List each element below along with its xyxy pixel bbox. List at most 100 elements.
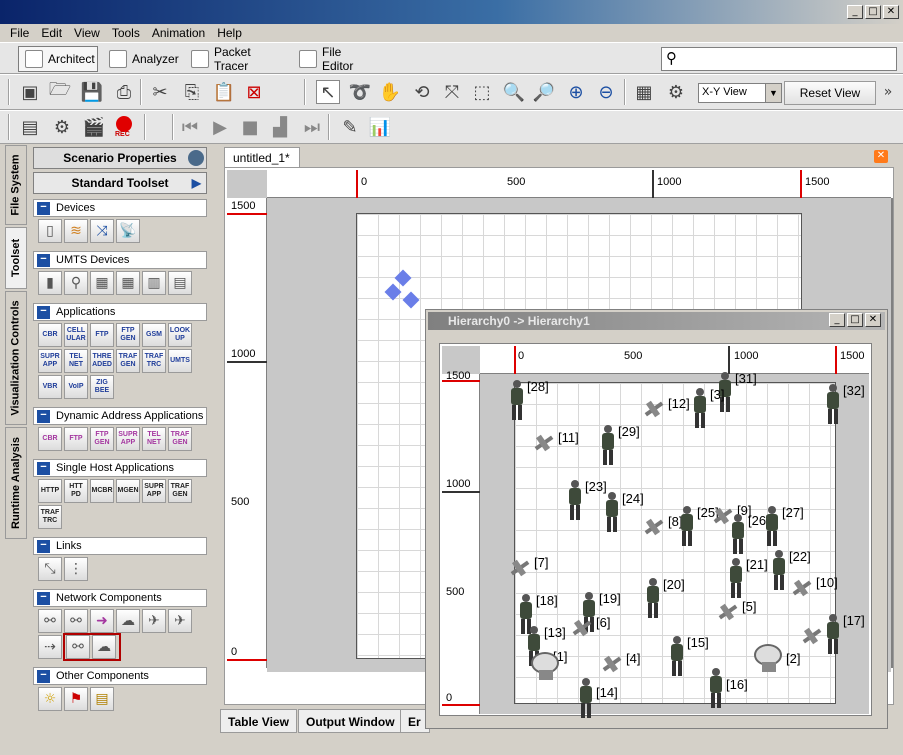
zoom-fit-icon[interactable]: 🔎 <box>532 80 556 104</box>
node-3[interactable]: [3] <box>692 388 724 428</box>
cut-icon[interactable]: ✂ <box>148 80 172 104</box>
close-icon[interactable]: ✕ <box>874 150 888 163</box>
grid-settings-icon[interactable]: ▦ <box>632 80 656 104</box>
skip-end-icon[interactable]: ⏭ <box>300 115 324 139</box>
node-32[interactable]: [32] <box>825 384 865 424</box>
hierarchy-icon[interactable]: ⚯ <box>38 609 62 633</box>
app-super-app[interactable]: SUPR APP <box>38 349 62 373</box>
section-network-components[interactable]: − Network Components <box>33 589 207 607</box>
node-14[interactable]: [14] <box>578 678 618 718</box>
hierarchy-node-icon[interactable] <box>384 269 421 312</box>
standard-toolset-header[interactable]: Standard Toolset ▶ <box>33 172 207 194</box>
collapse-icon[interactable]: − <box>37 305 50 319</box>
app-ftp-gen[interactable]: FTP GEN <box>116 323 140 347</box>
report-icon[interactable]: 📊 <box>368 115 392 139</box>
collapse-icon[interactable]: − <box>37 409 50 423</box>
globe-icon[interactable] <box>188 150 204 166</box>
switch-icon[interactable]: ⤨ <box>90 219 114 243</box>
node-24[interactable]: [24] <box>604 492 644 532</box>
node-15[interactable]: [15] <box>669 636 709 676</box>
node-2[interactable]: [2] <box>752 642 800 674</box>
section-links[interactable]: − Links <box>33 537 207 555</box>
tab-untitled[interactable]: untitled_1* <box>224 147 300 167</box>
tab-file-editor[interactable]: File Editor <box>292 45 376 73</box>
menu-edit[interactable]: Edit <box>35 24 68 42</box>
section-single-host-apps[interactable]: − Single Host Applications <box>33 459 207 477</box>
edit-icon[interactable]: ✎ <box>338 115 362 139</box>
wireless-subnet-cloud-icon[interactable]: ☁ <box>92 635 116 659</box>
zoom-icon[interactable]: 🔍 <box>502 80 526 104</box>
stop-icon[interactable]: ■ <box>238 115 262 139</box>
single-super-app[interactable]: SUPR APP <box>142 479 166 503</box>
satellite-dish-icon[interactable]: 📡 <box>116 219 140 243</box>
umts-phone-icon[interactable]: ▮ <box>38 271 62 295</box>
antenna-link-icon[interactable]: ⇢ <box>38 635 62 659</box>
collapse-icon[interactable]: − <box>37 591 50 605</box>
router-icon[interactable]: ≋ <box>64 219 88 243</box>
umts-sgsn-icon[interactable]: ▦ <box>116 271 140 295</box>
tab-toolset[interactable]: Toolset <box>5 227 27 289</box>
node-27[interactable]: [27] <box>764 506 804 546</box>
app-cbr[interactable]: CBR <box>38 323 62 347</box>
collapse-icon[interactable]: − <box>37 539 50 553</box>
app-gsm[interactable]: GSM <box>142 323 166 347</box>
collapse-icon[interactable]: − <box>37 461 50 475</box>
paste-icon[interactable]: 📋 <box>212 80 236 104</box>
dyn-traffic-gen[interactable]: TRAF GEN <box>168 427 192 451</box>
hierarchy-node-icon[interactable]: ⚯ <box>66 635 90 659</box>
play-icon[interactable]: ▶ <box>208 115 232 139</box>
chevron-right-icon[interactable]: ▶ <box>192 176 201 190</box>
flag-icon[interactable]: ⚑ <box>64 687 88 711</box>
single-mgen[interactable]: MGEN <box>116 479 140 503</box>
gear-icon[interactable]: ⚙ <box>50 115 74 139</box>
single-mcbr[interactable]: MCBR <box>90 479 114 503</box>
app-traffic-gen[interactable]: TRAF GEN <box>116 349 140 373</box>
display-settings-icon[interactable]: ⚙ <box>664 80 688 104</box>
overflow-chevron-icon[interactable]: » <box>880 80 896 104</box>
node-10[interactable]: [10] <box>790 576 838 600</box>
node-5[interactable]: [5] <box>716 600 756 624</box>
app-umts[interactable]: UMTS <box>168 349 192 373</box>
satellite-icon[interactable]: ✈ <box>142 609 166 633</box>
tab-analyzer[interactable]: Analyzer <box>102 46 180 72</box>
single-traffic-trace[interactable]: TRAF TRC <box>38 505 62 529</box>
menu-file[interactable]: File <box>4 24 35 42</box>
copy-icon[interactable]: ⎘ <box>180 80 204 104</box>
link-icon[interactable]: ⤡ <box>38 557 62 581</box>
menu-view[interactable]: View <box>68 24 106 42</box>
tab-output-window[interactable]: Output Window <box>298 709 403 733</box>
dyn-telnet[interactable]: TEL NET <box>142 427 166 451</box>
umts-rnc-icon[interactable]: ▦ <box>90 271 114 295</box>
app-cellular[interactable]: CELL ULAR <box>64 323 88 347</box>
app-threaded[interactable]: THRE ADED <box>90 349 114 373</box>
node-4[interactable]: [4] <box>600 652 640 676</box>
close-button[interactable]: ✕ <box>883 5 899 19</box>
hand-pan-icon[interactable]: ✋ <box>378 80 402 104</box>
node-6[interactable]: [6] <box>570 616 610 640</box>
print-icon[interactable]: ⎙ <box>112 80 136 104</box>
section-devices[interactable]: − Devices <box>33 199 207 217</box>
node-28[interactable]: [28] <box>509 380 549 420</box>
subnet-icon[interactable]: ⚯ <box>64 609 88 633</box>
single-http[interactable]: HTTP <box>38 479 62 503</box>
app-ftp[interactable]: FTP <box>90 323 114 347</box>
note-icon[interactable]: ▤ <box>90 687 114 711</box>
tab-table-view[interactable]: Table View <box>220 709 297 733</box>
collapse-icon[interactable]: − <box>37 201 50 215</box>
node-17[interactable]: [17] <box>825 614 865 654</box>
menu-help[interactable]: Help <box>211 24 248 42</box>
dyn-cbr[interactable]: CBR <box>38 427 62 451</box>
zoom-out-icon[interactable]: ⊖ <box>594 80 618 104</box>
record-icon[interactable] <box>116 116 132 132</box>
app-zigbee[interactable]: ZIG BEE <box>90 375 114 399</box>
app-telnet[interactable]: TEL NET <box>64 349 88 373</box>
node-7[interactable]: [7] <box>508 556 548 580</box>
node-11[interactable]: [11] <box>532 431 579 455</box>
open-folder-icon[interactable]: 🗁 <box>48 79 72 104</box>
zoom-in-icon[interactable]: ⊕ <box>564 80 588 104</box>
dyn-ftp[interactable]: FTP <box>64 427 88 451</box>
delete-icon[interactable]: ⊠ <box>242 80 266 104</box>
node-17-plane[interactable] <box>800 624 824 648</box>
node-21[interactable]: [21] <box>728 558 768 598</box>
collapse-icon[interactable]: − <box>37 253 50 267</box>
